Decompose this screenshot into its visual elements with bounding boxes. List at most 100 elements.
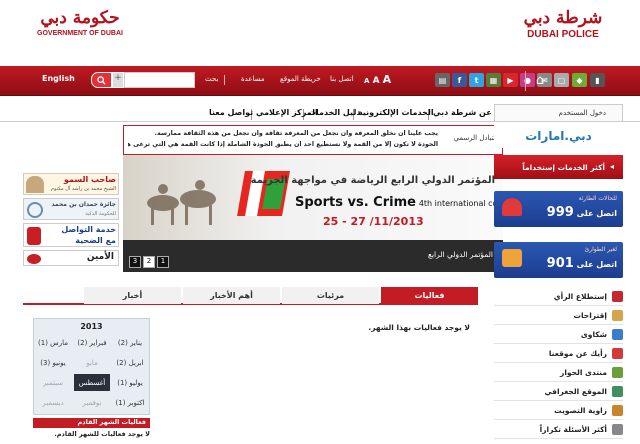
tab-top-news[interactable]: أهم الأخبار xyxy=(183,287,280,304)
calendar-month[interactable]: يوليو (1) xyxy=(114,374,146,391)
horses-graphic xyxy=(147,180,216,225)
calendar-month[interactable]: ابريل (2) xyxy=(114,354,146,371)
youtube-icon[interactable]: ▶ xyxy=(503,73,518,87)
calendar-month-selected[interactable]: أغسطس xyxy=(74,374,110,391)
menu-label: أكثر الأسئلة تكراراً xyxy=(539,424,607,434)
ticker-line1: يجب علينا أن نخلق المعرفة وأن نجعل من ال… xyxy=(154,130,438,137)
menu-label: إستطلاع الرأي xyxy=(553,291,607,301)
banner-page-1[interactable]: 1 xyxy=(157,256,169,268)
emergency-number: 999 xyxy=(546,205,574,220)
search-input[interactable] xyxy=(124,72,195,88)
menu-suggestions[interactable]: إقتراحات xyxy=(494,306,623,325)
map-icon xyxy=(612,385,623,397)
police-logo-en: DUBAI POLICE xyxy=(527,29,599,40)
nonemergency-call-label: اتصل على xyxy=(576,260,617,269)
emergency-call: 999 اتصل على xyxy=(547,205,617,220)
tab-news[interactable]: أخبار xyxy=(84,287,181,304)
menu-label: الموقع الجغرافي xyxy=(544,386,607,396)
menu-label: رأيك عن موقعنا xyxy=(548,348,607,358)
banner-title-en: Sports vs. Crime 4th international confe… xyxy=(295,195,503,210)
promo-sheikh[interactable]: صاحب السمو الشيخ محمد بن راشد آل مكتوم xyxy=(23,173,119,195)
apps-icon[interactable]: ◆ xyxy=(572,73,587,87)
menu-label: إقتراحات xyxy=(573,310,607,320)
menu-feedback[interactable]: رأيك عن موقعنا xyxy=(494,344,623,363)
contact-link[interactable]: اتصل بنا xyxy=(330,75,354,83)
ticker-label: التبادل الرسمي xyxy=(453,134,498,142)
font-large[interactable]: A xyxy=(383,73,392,86)
forum-icon xyxy=(612,366,623,378)
promo-victim-contact[interactable]: خدمة التواصل مع الضحية xyxy=(23,223,119,247)
police-logo-ar: شرطة دبي xyxy=(523,8,603,28)
menu-complaints[interactable]: شكاوى xyxy=(494,325,623,344)
banner-page-3[interactable]: 3 xyxy=(129,256,141,268)
nonemergency-call: 901 اتصل على xyxy=(547,256,617,271)
help-link[interactable]: مساعدة xyxy=(241,75,265,83)
phone-icon xyxy=(502,249,522,267)
twitter-icon[interactable]: t xyxy=(469,73,484,87)
calendar-month[interactable]: مارس (1) xyxy=(37,334,69,351)
next-month-header: فعاليات الشهر القادم xyxy=(33,418,150,428)
home-icon[interactable]: ⌂ xyxy=(532,72,548,88)
language-switch[interactable]: English xyxy=(42,74,75,83)
emergency-label: للحالات الطارئة xyxy=(578,195,617,202)
government-logo[interactable]: حكومة دبي GOVERNMENT OF DUBAI xyxy=(30,8,130,37)
nav-about[interactable]: عن شرطة دبي xyxy=(433,108,492,117)
font-medium[interactable]: A xyxy=(373,76,380,86)
rss-icon[interactable]: ▦ xyxy=(486,73,501,87)
banner-title-en-a: Sports vs. Crime xyxy=(295,195,416,210)
font-small[interactable]: A xyxy=(364,77,369,85)
banner-title-en-b: 4th international conference xyxy=(418,199,503,208)
complaint-icon xyxy=(612,328,623,340)
banner-caption: المؤتمر الدولي الرابع xyxy=(427,250,493,259)
calendar-month[interactable]: مايو xyxy=(74,354,110,371)
hero-banner[interactable]: المؤتمر الدولي الرابع الرياضة في مواجهة … xyxy=(123,155,503,272)
nonemergency-label: لغير الطوارئ xyxy=(584,246,617,253)
calendar-month[interactable]: فبراير (2) xyxy=(74,334,110,351)
siren-icon xyxy=(502,198,522,216)
promo-alameen[interactable]: الأمين xyxy=(23,250,119,266)
calendar-month[interactable]: اكتوبر (1) xyxy=(114,394,146,411)
tab-videos[interactable]: مرئيات xyxy=(282,287,379,304)
user-login[interactable]: دخول المستخدم xyxy=(494,104,623,122)
events-calendar: 2013 مارس (1) فبراير (2) يناير (2) يونيو… xyxy=(33,318,150,415)
calendar-month[interactable]: ديسمبر xyxy=(37,394,69,411)
banner-page-2[interactable]: 2 xyxy=(143,256,155,268)
menu-faq[interactable]: أكثر الأسئلة تكراراً xyxy=(494,420,623,439)
calendar-month[interactable]: يونيو (3) xyxy=(37,354,69,371)
search-options[interactable]: + xyxy=(112,72,124,88)
dubai-emirates-logo[interactable]: دبي.امارات xyxy=(494,124,623,148)
menu-forum[interactable]: منتدى الحوار xyxy=(494,363,623,382)
alameen-logo-icon xyxy=(27,254,41,264)
gov-logo-en: GOVERNMENT OF DUBAI xyxy=(37,30,123,37)
menu-label: شكاوى xyxy=(580,329,607,339)
sms-icon[interactable]: ▢ xyxy=(554,73,569,87)
toolbar-divider xyxy=(525,71,526,91)
nonemergency-901[interactable]: لغير الطوارئ 901 اتصل على xyxy=(494,242,623,278)
calendar-month[interactable]: يناير (2) xyxy=(114,334,146,351)
menu-survey[interactable]: إستطلاع الرأي xyxy=(494,287,623,306)
toolbar-divider xyxy=(224,75,225,85)
most-used-services-button[interactable]: أكثر الخدمات إستخداماً xyxy=(494,155,623,179)
suggestion-icon xyxy=(612,309,623,321)
emergency-999[interactable]: للحالات الطارئة 999 اتصل على xyxy=(494,191,623,227)
facebook-icon[interactable]: f xyxy=(452,73,467,87)
font-size-controls[interactable]: A A A xyxy=(364,73,391,86)
calendar-month[interactable]: نوفمبر xyxy=(74,394,110,411)
calendar-month[interactable]: سبتمبر xyxy=(37,374,69,391)
nav-contact[interactable]: تواصل معنا xyxy=(209,108,253,117)
search-button[interactable] xyxy=(91,72,112,88)
menu-voting[interactable]: زاوية التصويت xyxy=(494,401,623,420)
print-icon[interactable]: ▤ xyxy=(435,73,450,87)
search-label[interactable]: بحث xyxy=(205,75,218,83)
promo-title: صاحب السمو xyxy=(63,175,116,184)
nonemergency-number: 901 xyxy=(546,256,574,271)
promo-hamdan-award[interactable]: جائزة حمدان بن محمد للحكومة الذكية xyxy=(23,198,119,220)
nav-eservices[interactable]: الخدمات الإلكترونية xyxy=(358,108,434,117)
nav-media-center[interactable]: المركز الإعلامي xyxy=(256,108,318,117)
mobile-icon[interactable]: ▮ xyxy=(590,73,605,87)
dubai-police-logo[interactable]: شرطة دبي DUBAI POLICE xyxy=(508,8,618,40)
tab-events[interactable]: فعاليات xyxy=(381,287,478,304)
sitemap-link[interactable]: خريطة الموقع xyxy=(280,75,321,83)
menu-location[interactable]: الموقع الجغرافي xyxy=(494,382,623,401)
promo-title: خدمة التواصل xyxy=(61,225,116,234)
